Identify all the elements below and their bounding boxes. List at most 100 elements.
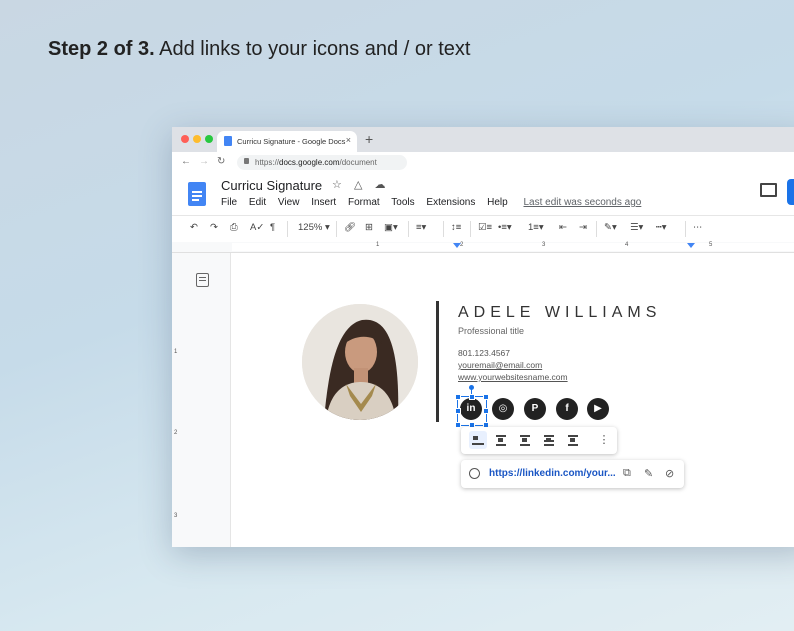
portrait-image [302, 304, 418, 420]
bulleted-list-icon[interactable]: •≡▾ [498, 222, 512, 233]
toolbar-divider [596, 221, 597, 237]
star-icon[interactable]: ☆ [332, 179, 342, 191]
border-color-icon[interactable]: ✎▾ [604, 222, 617, 233]
insert-image-icon[interactable]: ▣▾ [384, 222, 398, 233]
toolbar-divider [470, 221, 471, 237]
zoom-select[interactable]: 125% ▾ [298, 222, 330, 233]
signature-name: ADELE WILLIAMS [458, 304, 662, 321]
document-outline-icon[interactable] [196, 273, 209, 287]
toolbar-divider [685, 221, 686, 237]
menu-insert[interactable]: Insert [311, 197, 336, 208]
move-to-drive-icon[interactable]: △ [354, 179, 362, 191]
resize-handle[interactable] [483, 394, 489, 400]
undo-icon[interactable]: ↶ [190, 222, 198, 233]
resize-handle[interactable] [483, 408, 489, 414]
signature-title: Professional title [458, 326, 525, 336]
signature-divider [436, 301, 439, 422]
align-icon[interactable]: ≡▾ [416, 222, 426, 233]
comment-history-icon[interactable] [760, 183, 777, 197]
increase-indent-icon[interactable]: ⇥ [579, 222, 587, 233]
edit-link-icon[interactable]: ✎ [644, 467, 653, 480]
horizontal-ruler[interactable]: 1 2 3 4 5 [172, 242, 794, 253]
last-edit-link[interactable]: Last edit was seconds ago [523, 197, 641, 208]
checklist-icon[interactable]: ☑≡ [478, 222, 492, 233]
print-icon[interactable]: ⎙ [230, 222, 238, 233]
forward-icon[interactable]: → [199, 156, 209, 167]
reload-icon[interactable]: ↻ [217, 156, 225, 167]
url-field[interactable]: https://docs.google.com/document [237, 155, 407, 170]
document-page[interactable] [230, 253, 794, 547]
rotation-handle[interactable] [469, 385, 474, 390]
address-bar-row: ← → ↻ https://docs.google.com/document [172, 152, 794, 174]
maximize-window-dot[interactable] [205, 135, 213, 143]
menu-extensions[interactable]: Extensions [426, 197, 475, 208]
minimize-window-dot[interactable] [193, 135, 201, 143]
resize-handle[interactable] [469, 394, 475, 400]
profile-photo[interactable] [302, 304, 418, 420]
ruler-tick: 1 [376, 242, 380, 248]
insert-link-icon[interactable]: 🔗︎ [344, 222, 356, 233]
ruler-tick: 3 [174, 513, 178, 519]
formatting-toolbar: ↶ ↷ ⎙ A✓ ¶ 125% ▾ 🔗︎ ⊞ ▣▾ ≡▾ ↕≡ ☑≡ •≡▾ 1… [172, 215, 794, 243]
border-dash-icon[interactable]: ┅▾ [656, 222, 667, 233]
new-tab-button[interactable]: + [365, 131, 373, 147]
tab-title: Curricu Signature - Google Docs [237, 137, 346, 146]
right-indent-marker[interactable] [687, 243, 695, 248]
instagram-icon[interactable]: ◎ [492, 398, 514, 420]
copy-link-icon[interactable]: ⧉ [623, 467, 631, 480]
resize-handle[interactable] [455, 422, 461, 428]
inline-wrap-icon[interactable] [469, 431, 487, 449]
toolbar-divider [408, 221, 409, 237]
wrap-text-icon[interactable] [495, 434, 507, 446]
line-spacing-icon[interactable]: ↕≡ [451, 222, 461, 233]
ruler-tick: 4 [625, 242, 629, 248]
break-text-icon[interactable] [519, 434, 531, 446]
signature-website-link[interactable]: www.yourwebsitesname.com [458, 372, 568, 382]
document-title[interactable]: Curricu Signature [221, 178, 322, 193]
more-image-options-icon[interactable]: ⋮ [598, 434, 610, 446]
paint-format-icon[interactable]: ¶ [270, 222, 275, 233]
add-comment-icon[interactable]: ⊞ [365, 222, 373, 233]
resize-handle[interactable] [455, 394, 461, 400]
back-icon[interactable]: ← [181, 156, 191, 167]
signature-email-link[interactable]: youremail@email.com [458, 360, 542, 370]
share-button[interactable] [787, 179, 794, 205]
youtube-icon[interactable]: ▶ [587, 398, 609, 420]
menu-help[interactable]: Help [487, 197, 508, 208]
ruler-tick: 5 [709, 242, 713, 248]
spellcheck-icon[interactable]: A✓ [250, 222, 264, 233]
title-actions: ☆ △ ☁ [332, 178, 394, 191]
ruler-tick: 2 [174, 430, 178, 436]
url-text: https://docs.google.com/document [255, 158, 377, 167]
browser-window: Curricu Signature - Google Docs × + ← → … [172, 127, 794, 547]
tab-bar: Curricu Signature - Google Docs × + [172, 127, 794, 152]
link-preview-popup: https://linkedin.com/your... ⧉ ✎ ⊘ [461, 460, 684, 488]
redo-icon[interactable]: ↷ [210, 222, 218, 233]
more-options-icon[interactable]: ⋯ [693, 222, 703, 233]
menu-format[interactable]: Format [348, 197, 380, 208]
decrease-indent-icon[interactable]: ⇤ [559, 222, 567, 233]
menu-edit[interactable]: Edit [249, 197, 266, 208]
cloud-status-icon[interactable]: ☁ [374, 179, 385, 191]
menu-file[interactable]: File [221, 197, 237, 208]
border-weight-icon[interactable]: ☰▾ [630, 222, 643, 233]
signature-phone: 801.123.4567 [458, 348, 510, 358]
pinterest-icon[interactable]: P [524, 398, 546, 420]
in-front-of-text-icon[interactable] [567, 434, 579, 446]
menu-view[interactable]: View [278, 197, 300, 208]
step-label: Step 2 of 3. [48, 38, 155, 60]
instruction-heading: Step 2 of 3. Add links to your icons and… [48, 38, 470, 61]
browser-tab[interactable]: Curricu Signature - Google Docs × [217, 131, 357, 152]
docs-logo-icon[interactable] [188, 182, 206, 206]
facebook-icon[interactable]: f [556, 398, 578, 420]
close-window-dot[interactable] [181, 135, 189, 143]
behind-text-icon[interactable] [543, 434, 555, 446]
numbered-list-icon[interactable]: 1≡▾ [528, 222, 544, 233]
menu-tools[interactable]: Tools [391, 197, 414, 208]
resize-handle[interactable] [455, 408, 461, 414]
ruler-tick: 2 [460, 242, 464, 248]
lock-icon [244, 158, 249, 164]
link-url[interactable]: https://linkedin.com/your... [489, 468, 616, 479]
remove-link-icon[interactable]: ⊘ [665, 467, 674, 480]
tab-close-icon[interactable]: × [346, 135, 351, 145]
